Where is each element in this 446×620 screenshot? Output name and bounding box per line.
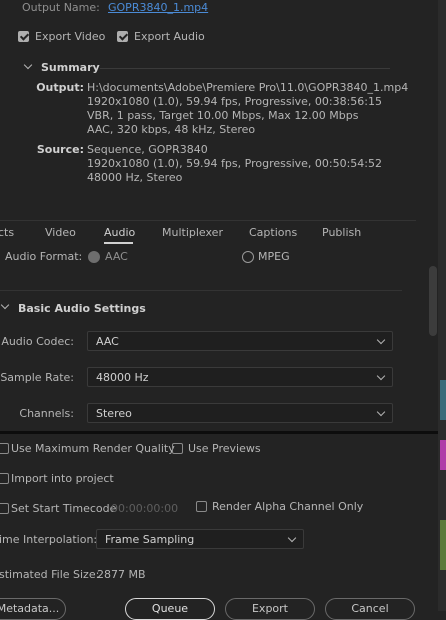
summary-source-label: Source:: [36, 143, 84, 156]
edge-thumbnail: [440, 440, 446, 470]
tab-captions[interactable]: Captions: [249, 226, 297, 239]
summary-source-line: 1920x1080 (1.0), 59.94 fps, Progressive,…: [87, 157, 383, 170]
file-size-value: 2877 MB: [97, 568, 146, 581]
alpha-only-label: Render Alpha Channel Only: [212, 500, 364, 513]
max-render-quality-checkbox[interactable]: [0, 443, 9, 454]
sample-rate-value: 48000 Hz: [96, 371, 149, 384]
time-interpolation-label: ime Interpolation:: [0, 533, 98, 546]
summary-source-block: Sequence, GOPR3840 1920x1080 (1.0), 59.9…: [87, 143, 382, 185]
metadata-button[interactable]: Metadata...: [0, 598, 66, 620]
use-previews-checkbox[interactable]: [172, 443, 183, 454]
edge-thumbnail: [440, 520, 446, 570]
settings-scrollbar-thumb[interactable]: [429, 266, 437, 336]
sample-rate-dropdown[interactable]: 48000 Hz: [87, 367, 393, 387]
time-interpolation-dropdown[interactable]: Frame Sampling: [96, 529, 304, 549]
audio-codec-label: Audio Codec:: [1, 335, 74, 348]
basic-audio-title: Basic Audio Settings: [18, 302, 146, 315]
start-timecode-value[interactable]: 00:00:00:00: [111, 502, 178, 515]
mpeg-radio-label: MPEG: [258, 250, 290, 263]
chevron-down-icon: [376, 371, 386, 381]
aac-radio[interactable]: [88, 251, 100, 263]
tab-effects[interactable]: cts: [0, 226, 14, 239]
mpeg-radio[interactable]: [242, 251, 254, 263]
import-project-label: Import into project: [11, 472, 114, 485]
import-project-checkbox[interactable]: [0, 473, 9, 484]
basic-audio-chevron-icon[interactable]: [0, 300, 10, 310]
sample-rate-label: Sample Rate:: [0, 371, 74, 384]
time-interpolation-value: Frame Sampling: [105, 533, 195, 546]
summary-source-line: 48000 Hz, Stereo: [87, 171, 183, 184]
summary-output-line: H:\documents\Adobe\Premiere Pro\11.0\GOP…: [87, 81, 409, 94]
tab-video[interactable]: Video: [45, 226, 76, 239]
export-video-checkbox[interactable]: [18, 31, 29, 42]
export-audio-checkbox[interactable]: [117, 31, 128, 42]
alpha-only-checkbox[interactable]: [196, 501, 207, 512]
summary-output-block: H:\documents\Adobe\Premiere Pro\11.0\GOP…: [87, 81, 408, 137]
chevron-down-icon: [287, 533, 297, 543]
use-previews-label: Use Previews: [188, 442, 261, 455]
queue-button[interactable]: Queue: [125, 598, 215, 620]
tab-publish[interactable]: Publish: [322, 226, 361, 239]
audio-codec-dropdown[interactable]: AAC: [87, 331, 393, 351]
chevron-down-icon: [376, 407, 386, 417]
chevron-down-icon: [376, 335, 386, 345]
summary-output-line: 1920x1080 (1.0), 59.94 fps, Progressive,…: [87, 95, 383, 108]
start-timecode-label: Set Start Timecode: [11, 502, 117, 515]
summary-title: Summary: [41, 61, 100, 74]
output-name-link[interactable]: GOPR3840_1.mp4: [108, 1, 208, 14]
max-render-quality-label: Use Maximum Render Quality: [11, 442, 175, 455]
active-tab-underline: [104, 242, 133, 244]
edge-thumbnail: [440, 380, 446, 420]
summary-source-line: Sequence, GOPR3840: [87, 143, 208, 156]
tab-audio[interactable]: Audio: [104, 226, 135, 239]
export-video-label: Export Video: [35, 30, 106, 43]
channels-value: Stereo: [96, 407, 132, 420]
summary-chevron-icon[interactable]: [23, 60, 33, 70]
cancel-button[interactable]: Cancel: [325, 598, 415, 620]
summary-output-label: Output:: [36, 81, 84, 94]
format-divider: [0, 290, 402, 291]
channels-dropdown[interactable]: Stereo: [87, 403, 393, 423]
tab-multiplexer[interactable]: Multiplexer: [162, 226, 223, 239]
summary-divider: [100, 68, 390, 69]
audio-codec-value: AAC: [96, 335, 119, 348]
audio-format-label: Audio Format:: [5, 250, 83, 263]
aac-radio-label: AAC: [105, 250, 128, 263]
panel-separator: [0, 431, 446, 434]
export-audio-label: Export Audio: [134, 30, 205, 43]
channels-label: Channels:: [19, 407, 74, 420]
output-name-label: Output Name:: [22, 1, 100, 14]
summary-output-line: VBR, 1 pass, Target 10.00 Mbps, Max 12.0…: [87, 109, 359, 122]
file-size-label: stimated File Size:: [0, 568, 100, 581]
tabs-top-divider: [0, 220, 416, 221]
summary-output-line: AAC, 320 kbps, 48 kHz, Stereo: [87, 123, 256, 136]
start-timecode-checkbox[interactable]: [0, 503, 9, 514]
export-button[interactable]: Export: [225, 598, 315, 620]
